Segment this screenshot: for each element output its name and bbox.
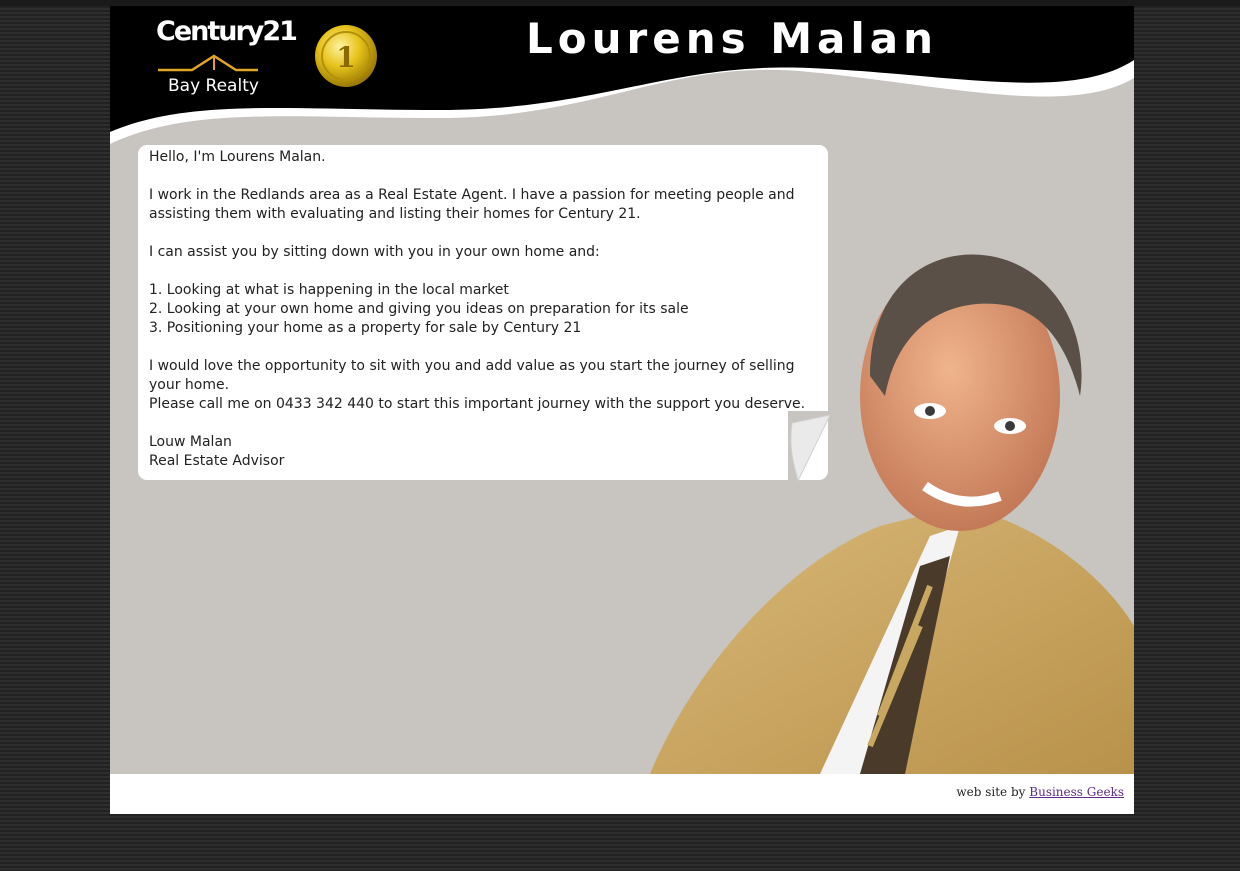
page-title: Lourens Malan	[526, 14, 939, 63]
header: Century21 Bay Realty 1 Lourens Malan	[110, 6, 1134, 146]
gold-medal-icon: 1	[315, 25, 377, 87]
bio-speech-bubble: Hello, I'm Lourens Malan. I work in the R…	[138, 145, 830, 481]
site-credit: web site by Business Geeks	[956, 785, 1124, 799]
logo-wordmark: Century21	[156, 16, 298, 47]
bio-line: I can assist you by sitting down with yo…	[149, 244, 600, 260]
bio-blank-line	[149, 414, 809, 433]
bio-blank-line	[149, 338, 809, 357]
bio-blank-line	[149, 167, 809, 186]
bio-line: I would love the opportunity to sit with…	[149, 358, 795, 374]
bio-line: I work in the Redlands area as a Real Es…	[149, 187, 795, 203]
credit-prefix: web site by	[956, 785, 1026, 799]
bio-blank-line	[149, 224, 809, 243]
bio-line: Please call me on 0433 342 440 to start …	[149, 396, 806, 412]
footer: web site by Business Geeks	[110, 774, 1134, 814]
bio-line: 3. Positioning your home as a property f…	[149, 320, 582, 336]
century21-logo[interactable]: Century21 Bay Realty	[150, 14, 298, 96]
logo-subtitle: Bay Realty	[168, 76, 259, 96]
bio-line: assisting them with evaluating and listi…	[149, 206, 641, 222]
bio-line: 1. Looking at what is happening in the l…	[149, 282, 509, 298]
house-roof-icon	[158, 54, 258, 72]
bio-line: Real Estate Advisor	[149, 453, 285, 469]
bio-text: Hello, I'm Lourens Malan. I work in the R…	[149, 148, 809, 471]
bio-blank-line	[149, 262, 809, 281]
page-container: Century21 Bay Realty 1 Lourens Malan Hel…	[110, 6, 1134, 814]
bio-line: your home.	[149, 377, 230, 393]
bio-line: Hello, I'm Lourens Malan.	[149, 149, 326, 165]
business-geeks-link[interactable]: Business Geeks	[1029, 785, 1124, 799]
medal-number: 1	[336, 41, 355, 74]
page-curl-decoration	[788, 411, 830, 481]
bio-line: 2. Looking at your own home and giving y…	[149, 301, 689, 317]
bio-line: Louw Malan	[149, 434, 232, 450]
